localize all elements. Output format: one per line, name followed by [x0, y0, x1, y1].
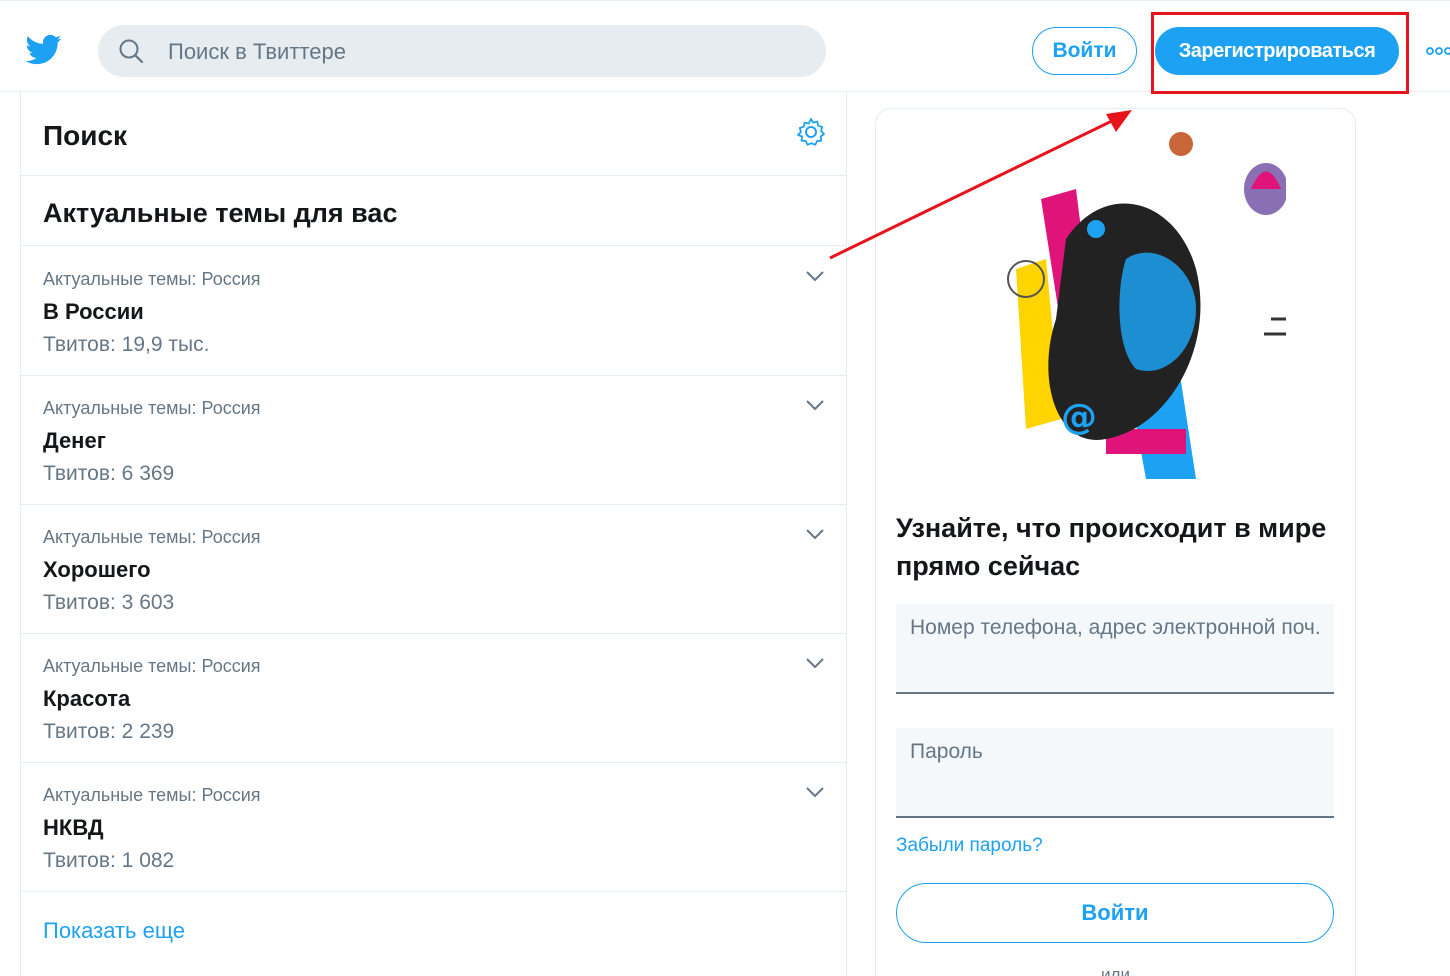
- trend-context: Актуальные темы: Россия: [43, 656, 261, 676]
- trends-title: Актуальные темы для вас: [43, 198, 398, 228]
- trend-context: Актуальные темы: Россия: [43, 785, 261, 805]
- forgot-password-link[interactable]: Забыли пароль?: [896, 835, 1043, 857]
- trend-item[interactable]: Актуальные темы: Россия Денег Твитов: 6 …: [21, 376, 846, 505]
- search-column: Поиск Актуальные темы для вас Актуальные…: [20, 92, 847, 976]
- svg-text:@: @: [1061, 397, 1097, 438]
- or-divider: или: [1101, 965, 1130, 976]
- trend-context: Актуальные темы: Россия: [43, 398, 261, 418]
- trend-name[interactable]: НКВД: [43, 815, 104, 841]
- page-title: Поиск: [43, 120, 128, 151]
- card-title: Узнайте, что происходит в мире прямо сей…: [896, 513, 1327, 581]
- chevron-down-icon[interactable]: [805, 785, 825, 799]
- search-bar[interactable]: Поиск в Твиттере: [98, 25, 826, 77]
- trend-item[interactable]: Актуальные темы: Россия В России Твитов:…: [21, 247, 846, 376]
- trend-context: Актуальные темы: Россия: [43, 269, 261, 289]
- trend-name[interactable]: Красота: [43, 686, 130, 712]
- trend-name[interactable]: В России: [43, 299, 144, 325]
- search-input[interactable]: Поиск в Твиттере: [168, 39, 346, 65]
- chevron-down-icon[interactable]: [805, 656, 825, 670]
- gear-icon[interactable]: [795, 116, 827, 148]
- password-field[interactable]: Пароль: [896, 728, 1334, 818]
- search-icon: [119, 39, 144, 64]
- phone-email-field[interactable]: Номер телефона, адрес электронной поч...: [896, 604, 1334, 694]
- password-placeholder: Пароль: [910, 740, 983, 763]
- trend-name[interactable]: Денег: [43, 428, 106, 454]
- trend-count: Твитов: 19,9 тыс.: [43, 333, 210, 356]
- trend-count: Твитов: 2 239: [43, 720, 175, 743]
- trend-count: Твитов: 6 369: [43, 462, 175, 485]
- trend-context: Актуальные темы: Россия: [43, 527, 261, 547]
- top-bar: Поиск в Твиттере Войти Зарегистрироватьс…: [0, 0, 1450, 94]
- card-login-button[interactable]: Войти: [896, 883, 1334, 943]
- trend-count: Твитов: 1 082: [43, 849, 175, 872]
- trend-count: Твитов: 3 603: [43, 591, 175, 614]
- search-header: Поиск: [21, 92, 846, 176]
- chevron-down-icon[interactable]: [805, 398, 825, 412]
- annotation-highlight-box: [1151, 12, 1409, 94]
- phone-email-placeholder: Номер телефона, адрес электронной поч...: [910, 616, 1320, 639]
- login-button[interactable]: Войти: [1032, 27, 1137, 75]
- chevron-down-icon[interactable]: [805, 527, 825, 541]
- chevron-down-icon[interactable]: [805, 269, 825, 283]
- collage-illustration: @: [1007, 132, 1286, 479]
- trend-item[interactable]: Актуальные темы: Россия Красота Твитов: …: [21, 634, 846, 763]
- more-icon[interactable]: [1426, 45, 1450, 57]
- trends-header: Актуальные темы для вас: [21, 176, 846, 246]
- trend-item[interactable]: Актуальные темы: Россия НКВД Твитов: 1 0…: [21, 763, 846, 892]
- twitter-logo-icon[interactable]: [26, 31, 62, 67]
- login-card: @ Узнайте, что происходит в мире прямо с…: [875, 108, 1356, 976]
- trend-item[interactable]: Актуальные темы: Россия Хорошего Твитов:…: [21, 505, 846, 634]
- trend-name[interactable]: Хорошего: [43, 557, 151, 583]
- show-more-link[interactable]: Показать еще: [43, 918, 185, 944]
